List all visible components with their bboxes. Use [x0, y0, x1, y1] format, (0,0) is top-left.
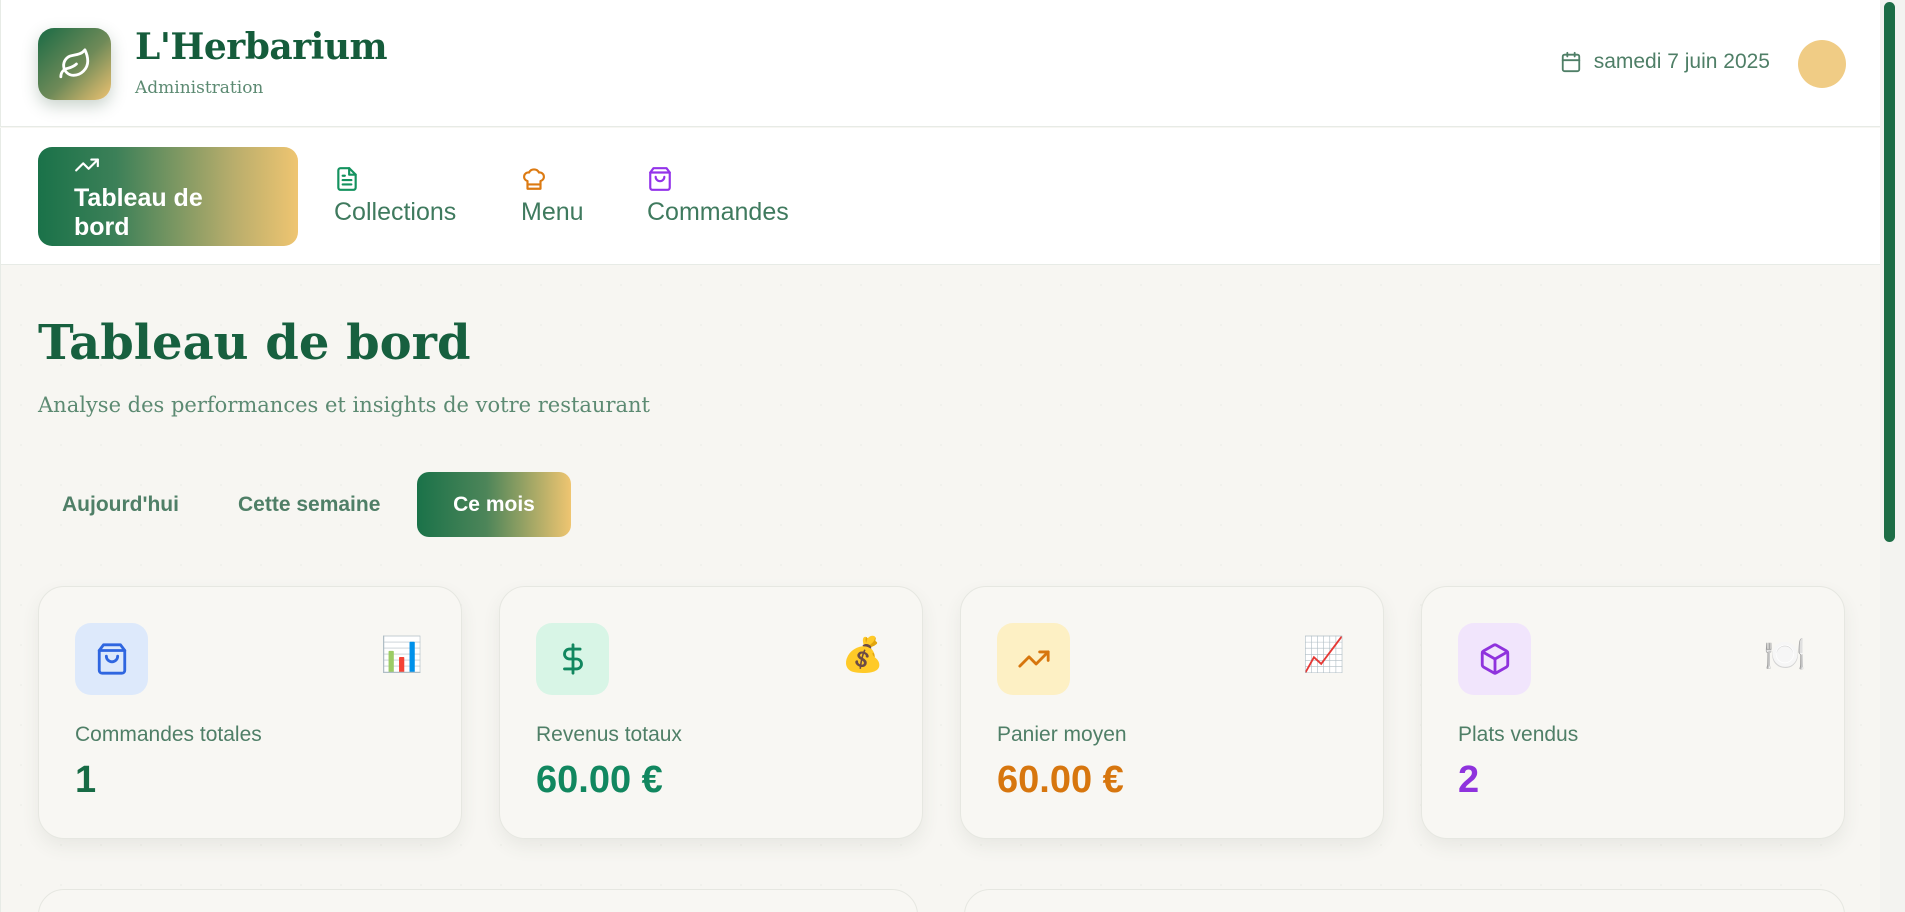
period-today-button[interactable]: Aujourd'hui: [38, 472, 203, 537]
brand-title: L'Herbarium: [135, 26, 388, 68]
stat-icon-tile: [75, 623, 148, 695]
nav-tab-label: Collections: [334, 198, 457, 226]
plate-emoji-icon: 🍽️: [1763, 636, 1806, 674]
shopping-bag-icon: [649, 167, 671, 191]
main-nav: Tableau de bord Collections Menu Command…: [0, 128, 1880, 265]
avatar[interactable]: [1798, 40, 1846, 88]
stat-card-dishes-sold: 🍽️ Plats vendus 2: [1421, 586, 1845, 839]
calendar-icon: [1561, 51, 1580, 73]
stat-label: Plats vendus: [1458, 723, 1579, 746]
leaf-icon: [58, 48, 89, 79]
brand-subtitle: Administration: [135, 78, 264, 98]
page-title: Tableau de bord: [38, 315, 471, 371]
stat-label: Commandes totales: [75, 723, 262, 746]
stat-card-revenue: 💰 Revenus totaux 60.00 €: [499, 586, 923, 839]
nav-tab-menu[interactable]: Menu: [485, 147, 620, 246]
date-text: samedi 7 juin 2025: [1593, 50, 1770, 73]
stat-label: Revenus totaux: [536, 723, 682, 746]
brand-logo[interactable]: [38, 28, 111, 100]
stat-icon-tile: [536, 623, 609, 695]
stat-value: 2: [1458, 759, 1480, 801]
period-week-button[interactable]: Cette semaine: [214, 472, 404, 537]
nav-tab-collections[interactable]: Collections: [298, 147, 492, 246]
chef-hat-icon: [523, 168, 545, 190]
stat-icon-tile: [1458, 623, 1531, 695]
bar-chart-emoji-icon: 📊: [380, 636, 423, 674]
stat-card-orders: 📊 Commandes totales 1: [38, 586, 462, 839]
money-bag-emoji-icon: 💰: [841, 636, 884, 674]
trending-up-icon: [1017, 650, 1050, 668]
scrollbar[interactable]: [1880, 0, 1905, 912]
stat-label: Panier moyen: [997, 723, 1127, 746]
dollar-icon: [562, 643, 583, 675]
page-subtitle: Analyse des performances et insights de …: [38, 393, 650, 417]
shopping-bag-icon: [97, 643, 126, 675]
main-content: Tableau de bord Analyse des performances…: [0, 265, 1880, 912]
scrollbar-thumb[interactable]: [1884, 2, 1895, 542]
app-header: L'Herbarium Administration samedi 7 juin…: [0, 0, 1880, 127]
chart-increasing-emoji-icon: 📈: [1302, 636, 1345, 674]
chart-panel-right: [964, 889, 1845, 912]
stat-icon-tile: [997, 623, 1070, 695]
nav-tab-label: Menu: [521, 198, 584, 226]
document-icon: [337, 167, 357, 191]
nav-tab-label: Tableau de bord: [74, 183, 203, 241]
trending-up-icon: [75, 158, 99, 171]
current-date: samedi 7 juin 2025: [1560, 50, 1770, 74]
nav-tab-label: Commandes: [647, 198, 789, 226]
stat-value: 60.00 €: [997, 759, 1124, 801]
package-icon: [1480, 643, 1509, 675]
stat-card-average-basket: 📈 Panier moyen 60.00 €: [960, 586, 1384, 839]
period-month-button[interactable]: Ce mois: [417, 472, 571, 537]
nav-tab-orders[interactable]: Commandes: [611, 147, 825, 246]
chart-panel-left: [38, 889, 918, 912]
stat-value: 1: [75, 759, 97, 801]
stat-value: 60.00 €: [536, 759, 663, 801]
nav-tab-dashboard[interactable]: Tableau de bord: [38, 147, 298, 246]
